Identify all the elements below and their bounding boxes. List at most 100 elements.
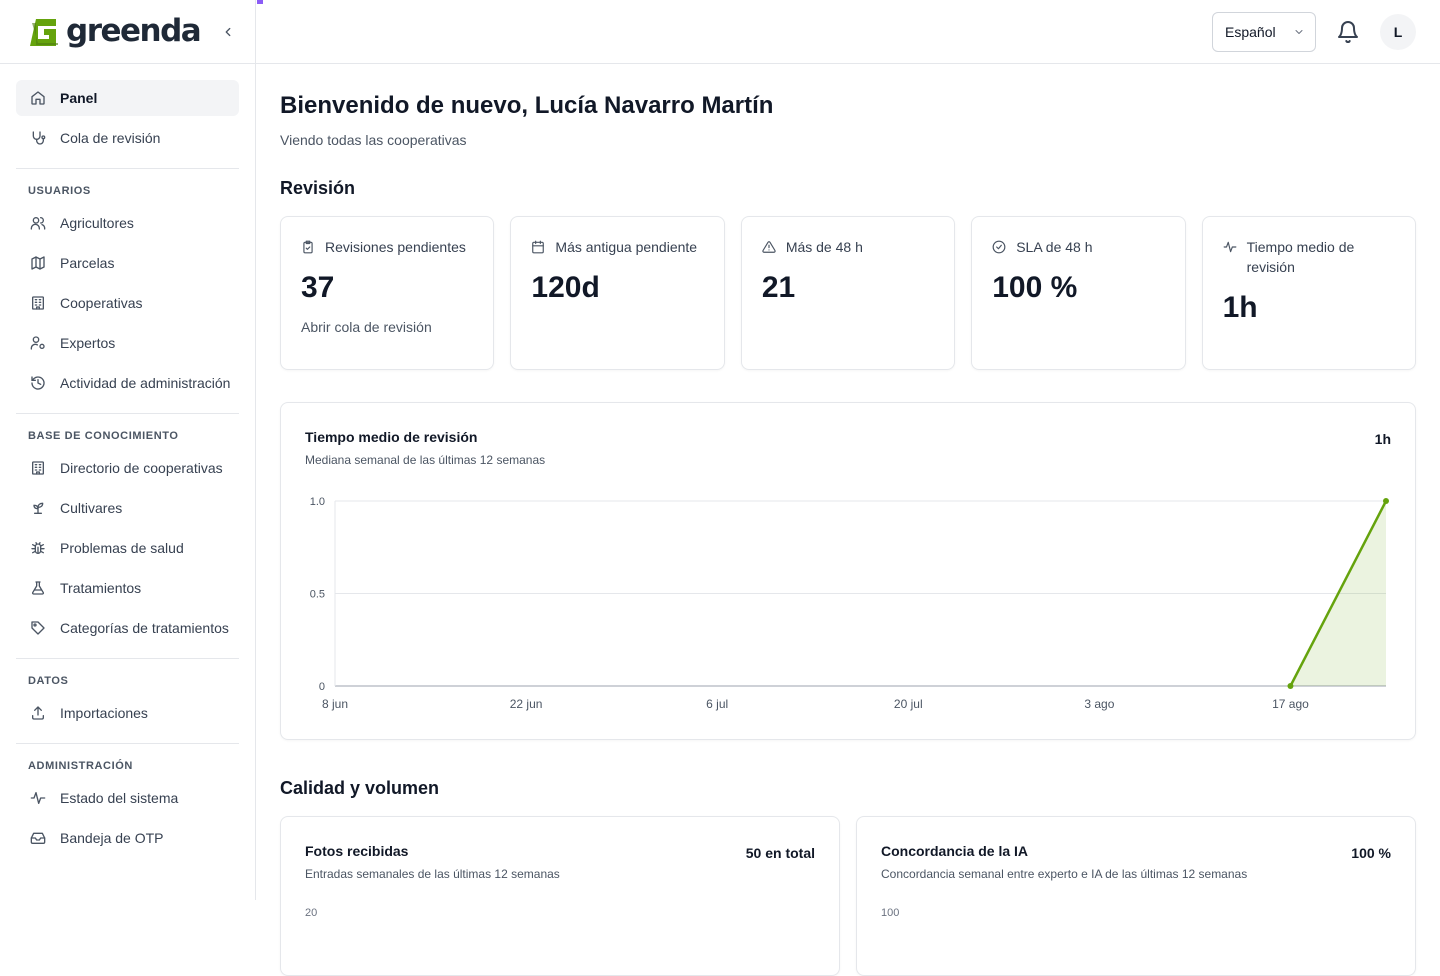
upload-icon [28,703,48,723]
divider [16,413,239,414]
home-icon [28,88,48,108]
kpi-row: Revisiones pendientes 37 Abrir cola de r… [280,216,1417,370]
activity-icon [28,788,48,808]
sidebar-item-review-queue[interactable]: Cola de revisión [16,120,239,156]
kpi-card-oldest-pending: Más antigua pendiente 120d [510,216,725,370]
sprout-icon [28,498,48,518]
sidebar-item-label: Bandeja de OTP [60,830,164,846]
sidebar-item-label: Tratamientos [60,580,142,596]
calendar-icon [531,237,547,257]
language-select[interactable]: Español [1212,12,1316,52]
brand-logo[interactable]: greenda [28,0,263,49]
sidebar-item-cooperatives[interactable]: Cooperativas [16,285,239,321]
x-tick-label: 20 jul [894,697,923,711]
notifications-button[interactable] [1336,20,1360,44]
kpi-value: 120d [531,271,600,304]
sidebar-item-panel[interactable]: Panel [16,80,239,116]
kpi-card-sla-48h: SLA de 48 h 100 % [971,216,1186,370]
sidebar: greenda Panel Cola de revisión USUARIOS … [0,0,263,900]
kpi-label: Tiempo medio de revisión [1246,239,1355,275]
sidebar-item-cultivars[interactable]: Cultivares [16,490,239,526]
logo-row: greenda [0,0,263,64]
sidebar-item-imports[interactable]: Importaciones [16,695,239,731]
sidebar-item-label: Parcelas [60,255,115,271]
sidebar-item-experts[interactable]: Expertos [16,325,239,361]
divider [16,743,239,744]
map-icon [28,253,48,273]
section-title-knowledge-base: BASE DE CONOCIMIENTO [28,430,179,442]
photos-total: 50 en total [745,845,815,861]
sidebar-item-coop-directory[interactable]: Directorio de cooperativas [16,450,239,486]
data-point [1383,498,1389,504]
sidebar-item-label: Cooperativas [60,295,143,311]
user-avatar[interactable]: L [1380,14,1416,50]
card-title: Fotos recibidas [305,843,409,859]
ai-agreement-card: Concordancia de la IA Concordancia seman… [856,816,1416,976]
sidebar-item-otp-inbox[interactable]: Bandeja de OTP [16,820,239,856]
sidebar-item-label: Importaciones [60,705,148,721]
section-title-review: Revisión [280,178,356,198]
sidebar-item-label: Panel [60,90,98,106]
kpi-label: Más de 48 h [785,239,863,255]
main-content: Bienvenido de nuevo, Lucía Navarro Martí… [280,64,1417,976]
divider [16,168,239,169]
sidebar-item-label: Problemas de salud [60,540,184,556]
sidebar-item-admin-activity[interactable]: Actividad de administración [16,365,239,401]
kpi-value: 100 % [992,271,1078,304]
review-time-chart-card: Tiempo medio de revisión Mediana semanal… [280,402,1416,740]
quality-row: Fotos recibidas Entradas semanales de la… [280,816,1416,976]
x-tick-label: 17 ago [1272,697,1309,711]
page-subtitle: Viendo todas las cooperativas [280,132,467,148]
y-tick-label: 20 [305,907,318,919]
sidebar-item-health-problems[interactable]: Problemas de salud [16,530,239,566]
flask-icon [28,578,48,598]
greenda-logo-mark-icon [30,18,58,46]
sidebar-item-label: Cultivares [60,500,123,516]
sidebar-item-farmers[interactable]: Agricultores [16,205,239,241]
y-tick-label: 1.0 [310,496,325,508]
x-tick-label: 3 ago [1084,697,1114,711]
section-title-data: DATOS [28,675,69,687]
y-tick-label: 0.5 [310,589,325,601]
activity-icon [1223,237,1239,257]
kpi-label: Más antigua pendiente [555,239,698,255]
sidebar-item-label: Cola de revisión [60,130,161,146]
building-icon [28,458,48,478]
review-time-chart: 0 0.5 1.0 8 jun 22 jun 6 jul 20 jul 3 ago 17 ago [310,496,1389,711]
sidebar-item-label: Directorio de cooperativas [60,460,223,476]
sidebar-item-plots[interactable]: Parcelas [16,245,239,281]
inbox-icon [28,828,48,848]
chevron-down-icon [1295,30,1303,34]
sidebar-item-label: Categorías de tratamientos [60,620,229,636]
check-circle-icon [992,237,1008,257]
sidebar-item-treatments[interactable]: Tratamientos [16,570,239,606]
tag-icon [28,618,48,638]
users-icon [28,213,48,233]
building-icon [28,293,48,313]
collapse-sidebar-button[interactable] [218,22,238,42]
photos-received-card: Fotos recibidas Entradas semanales de la… [280,816,840,976]
history-icon [28,373,48,393]
stethoscope-icon [28,128,48,148]
sidebar-item-label: Expertos [60,335,116,351]
kpi-value: 21 [761,271,796,304]
open-review-queue-link[interactable]: Abrir cola de revisión [301,319,473,335]
brand-name: greenda [66,13,202,49]
x-tick-label: 8 jun [322,697,348,711]
kpi-card-avg-review-time: Tiempo medio de revisión 1h [1201,216,1417,370]
sidebar-item-label: Agricultores [60,215,134,231]
kpi-value: 37 [301,271,335,304]
language-select-value: Español [1225,24,1276,40]
kpi-label: Revisiones pendientes [325,239,466,255]
y-tick-label: 0 [319,681,325,693]
chevron-left-icon [225,27,231,37]
bell-icon [1338,21,1358,44]
kpi-card-pending-reviews[interactable]: Revisiones pendientes 37 Abrir cola de r… [280,216,495,370]
x-tick-label: 22 jun [510,697,543,711]
section-title-quality: Calidad y volumen [280,778,440,798]
y-tick-label: 100 [881,907,900,919]
kpi-card-over-48h: Más de 48 h 21 [740,216,956,370]
sidebar-item-treatment-categories[interactable]: Categorías de tratamientos [16,610,239,646]
card-title: Concordancia de la IA [881,843,1029,859]
sidebar-item-system-status[interactable]: Estado del sistema [16,780,239,816]
